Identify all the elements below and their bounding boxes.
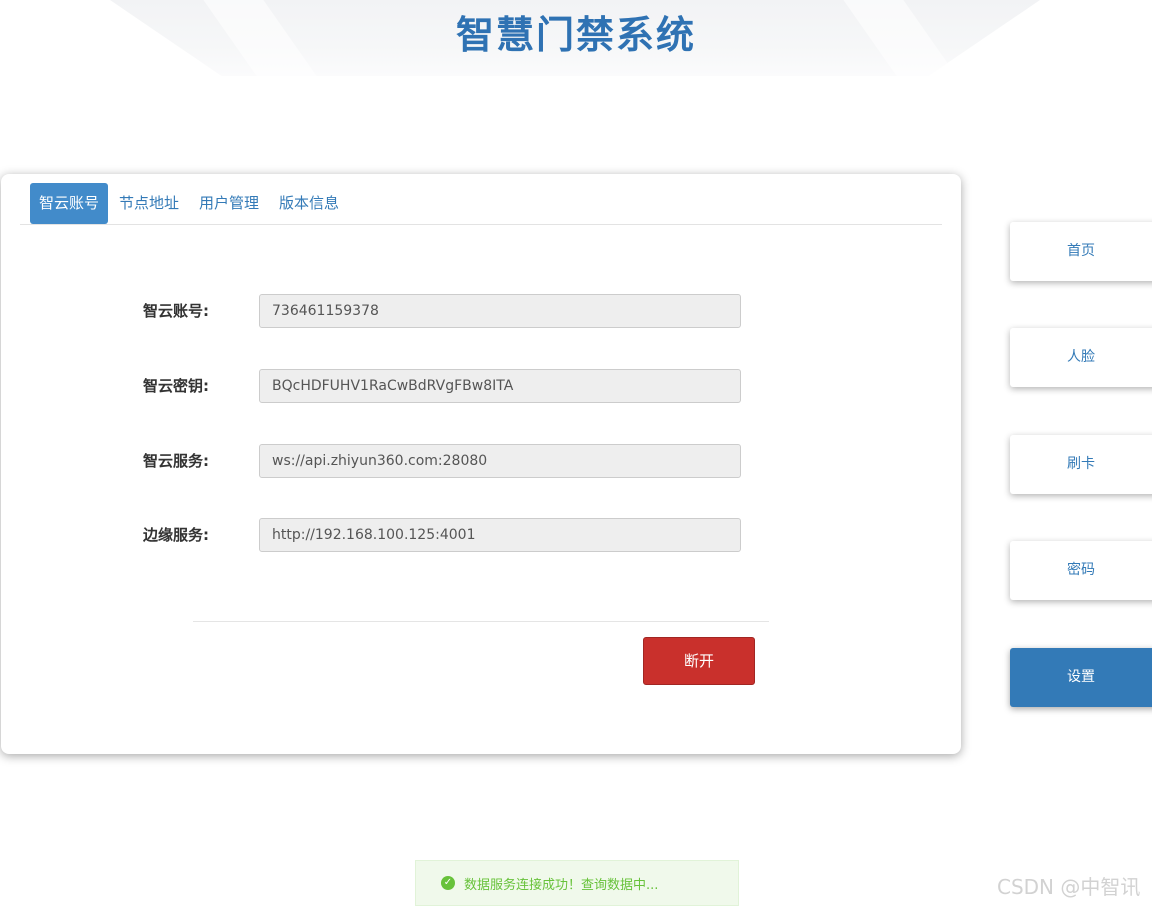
nav-home-label: 首页 bbox=[1067, 243, 1095, 259]
nav-password-label: 密码 bbox=[1067, 562, 1095, 578]
edge-service-label: 边缘服务: bbox=[143, 526, 209, 544]
watermark: CSDN @中智讯 bbox=[997, 875, 1141, 899]
page-title: 智慧门禁系统 bbox=[455, 13, 696, 57]
nav-password[interactable]: 密码 bbox=[1010, 541, 1152, 600]
account-field[interactable] bbox=[259, 294, 741, 328]
disconnect-button[interactable]: 断开 bbox=[643, 637, 755, 685]
form-row-account: 智云账号: bbox=[1, 294, 961, 328]
tab-zhiyun-account[interactable]: 智云账号 bbox=[30, 183, 109, 224]
tab-user-management[interactable]: 用户管理 bbox=[190, 183, 268, 224]
nav-face-label: 人脸 bbox=[1067, 349, 1095, 365]
settings-panel: 智云账号 节点地址 用户管理 版本信息 智云账号: 智云密钥: 智云服务: 边缘… bbox=[1, 174, 961, 754]
tab-node-address[interactable]: 节点地址 bbox=[110, 183, 188, 224]
key-field[interactable] bbox=[259, 369, 741, 403]
nav-home[interactable]: 首页 bbox=[1010, 222, 1152, 281]
nav-face[interactable]: 人脸 bbox=[1010, 328, 1152, 387]
key-label: 智云密钥: bbox=[143, 377, 209, 395]
nav-card-label: 刷卡 bbox=[1067, 456, 1095, 472]
form-row-edge: 边缘服务: bbox=[1, 518, 961, 552]
nav-settings-label: 设置 bbox=[1067, 669, 1095, 685]
service-label: 智云服务: bbox=[143, 452, 209, 470]
edge-service-field[interactable] bbox=[259, 518, 741, 552]
tab-bar: 智云账号 节点地址 用户管理 版本信息 bbox=[20, 183, 942, 225]
account-label: 智云账号: bbox=[143, 302, 209, 320]
success-toast: ✓ 数据服务连接成功！查询数据中... bbox=[415, 860, 739, 906]
check-circle-icon: ✓ bbox=[441, 876, 455, 890]
nav-card[interactable]: 刷卡 bbox=[1010, 435, 1152, 494]
nav-settings[interactable]: 设置 bbox=[1010, 648, 1152, 707]
tab-version-info[interactable]: 版本信息 bbox=[270, 183, 348, 224]
toast-message: 数据服务连接成功！查询数据中... bbox=[464, 877, 659, 893]
form-divider bbox=[193, 621, 769, 622]
service-field[interactable] bbox=[259, 444, 741, 478]
form-row-key: 智云密钥: bbox=[1, 369, 961, 403]
form-row-service: 智云服务: bbox=[1, 444, 961, 478]
